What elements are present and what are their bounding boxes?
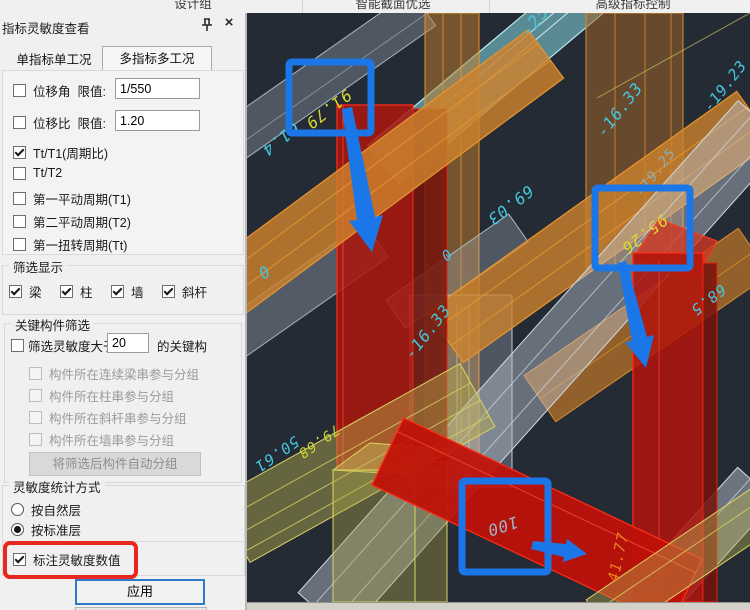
option-label: 第一扭转周期(Tt) <box>33 235 127 254</box>
drift-ratio-limit-input[interactable] <box>115 110 200 131</box>
viewport-3d[interactable]: -25. -16.33 -19.23 -19.25 61.4 91.79 0 0… <box>247 13 750 602</box>
sub-option-label: 构件所在墙串参与分组 <box>49 430 174 449</box>
sub-option-label: 构件所在连续梁串参与分组 <box>49 364 199 383</box>
option-label: Tt/T1(周期比) <box>33 143 108 162</box>
filter-label: 斜杆 <box>182 282 207 301</box>
radio-label: 按自然层 <box>31 500 81 519</box>
app-window: 设计组 智能截面优选 高级指标控制 指标灵敏度查看 × 单指标单工况 多指标多工… <box>0 0 750 610</box>
filter-label: 梁 <box>29 282 42 301</box>
key-member-filter-title: 关键构件筛选 <box>11 315 94 334</box>
checkbox-first-translational-period[interactable] <box>13 192 26 205</box>
filter-display-group: 筛选显示 梁 柱 墙 斜杆 <box>2 265 244 315</box>
tab-multi-indicator[interactable]: 多指标多工况 <box>102 46 212 72</box>
checkbox-beam[interactable] <box>9 285 22 298</box>
filter-display-title: 筛选显示 <box>9 257 67 276</box>
ribbon-group-design[interactable]: 设计组 <box>174 0 212 12</box>
checkbox-drift-ratio[interactable] <box>13 116 26 129</box>
checkbox-first-torsional-period[interactable] <box>13 238 26 251</box>
viewport-bottom-bar[interactable] <box>247 602 750 610</box>
ribbon-separator <box>302 0 303 13</box>
indicator-options-box: 位移角 限值: 位移比 限值: Tt/T1(周期比) Tt/T2 第一平动周期(… <box>2 70 244 255</box>
checkbox-brace[interactable] <box>162 285 175 298</box>
ribbon-strip: 设计组 智能截面优选 高级指标控制 <box>0 0 750 14</box>
sensitivity-threshold-input[interactable] <box>107 333 149 353</box>
checkbox-drift-angle[interactable] <box>13 84 26 97</box>
ribbon-group-advanced-control[interactable]: 高级指标控制 <box>595 0 670 12</box>
option-label: Tt/T2 <box>33 166 62 180</box>
option-label: 位移角 <box>33 81 71 100</box>
option-label: 位移比 <box>33 113 71 132</box>
checkbox-group-continuous-beam[interactable] <box>29 367 42 380</box>
threshold-prefix: 筛选灵敏度大于 <box>28 336 112 355</box>
limit-label: 限值: <box>78 113 106 132</box>
checkbox-group-column-string[interactable] <box>29 389 42 402</box>
checkbox-column[interactable] <box>60 285 73 298</box>
sub-option-label: 构件所在斜杆串参与分组 <box>49 408 187 427</box>
radio-standard-story[interactable] <box>11 523 24 536</box>
checkbox-sensitivity-threshold[interactable] <box>11 339 24 352</box>
annotate-frame: 标注灵敏度数值 <box>2 541 245 576</box>
structure-scene: -25. -16.33 -19.23 -19.25 61.4 91.79 0 0… <box>247 13 750 602</box>
checkbox-annotate-sensitivity[interactable] <box>13 553 26 566</box>
checkbox-second-translational-period[interactable] <box>13 215 26 228</box>
radio-label: 按标准层 <box>31 520 81 539</box>
stat-mode-title: 灵敏度统计方式 <box>9 477 105 496</box>
auto-group-button[interactable]: 将筛选后构件自动分组 <box>29 452 201 476</box>
ribbon-group-section-optimize[interactable]: 智能截面优选 <box>355 0 430 12</box>
panel-title: 指标灵敏度查看 <box>2 18 90 37</box>
option-label: 第一平动周期(T1) <box>33 189 131 208</box>
checkbox-wall[interactable] <box>111 285 124 298</box>
filter-label: 墙 <box>131 282 144 301</box>
radio-natural-story[interactable] <box>11 503 24 516</box>
threshold-suffix: 的关键构 <box>157 336 207 355</box>
checkbox-group-brace-string[interactable] <box>29 411 42 424</box>
annotate-label: 标注灵敏度数值 <box>33 550 121 569</box>
option-label: 第二平动周期(T2) <box>33 212 131 231</box>
filter-label: 柱 <box>80 282 93 301</box>
sub-option-label: 构件所在柱串参与分组 <box>49 386 174 405</box>
sensitivity-panel: 指标灵敏度查看 × 单指标单工况 多指标多工况 位移角 限值: 位移比 限值: <box>0 13 247 610</box>
limit-label: 限值: <box>78 81 106 100</box>
tab-single-indicator[interactable]: 单指标单工况 <box>6 49 102 71</box>
checkbox-tt-t1[interactable] <box>13 146 26 159</box>
apply-button[interactable]: 应用 <box>75 579 205 605</box>
drift-angle-limit-input[interactable] <box>115 78 200 99</box>
checkbox-group-wall-string[interactable] <box>29 433 42 446</box>
ribbon-separator <box>489 0 490 13</box>
pin-icon[interactable] <box>199 17 215 33</box>
stat-mode-group: 灵敏度统计方式 按自然层 按标准层 <box>2 485 245 542</box>
checkbox-tt-t2[interactable] <box>13 167 26 180</box>
close-icon[interactable]: × <box>221 14 237 32</box>
key-member-filter-group: 关键构件筛选 筛选灵敏度大于 的关键构 构件所在连续梁串参与分组 构件所在柱串参… <box>4 323 242 483</box>
